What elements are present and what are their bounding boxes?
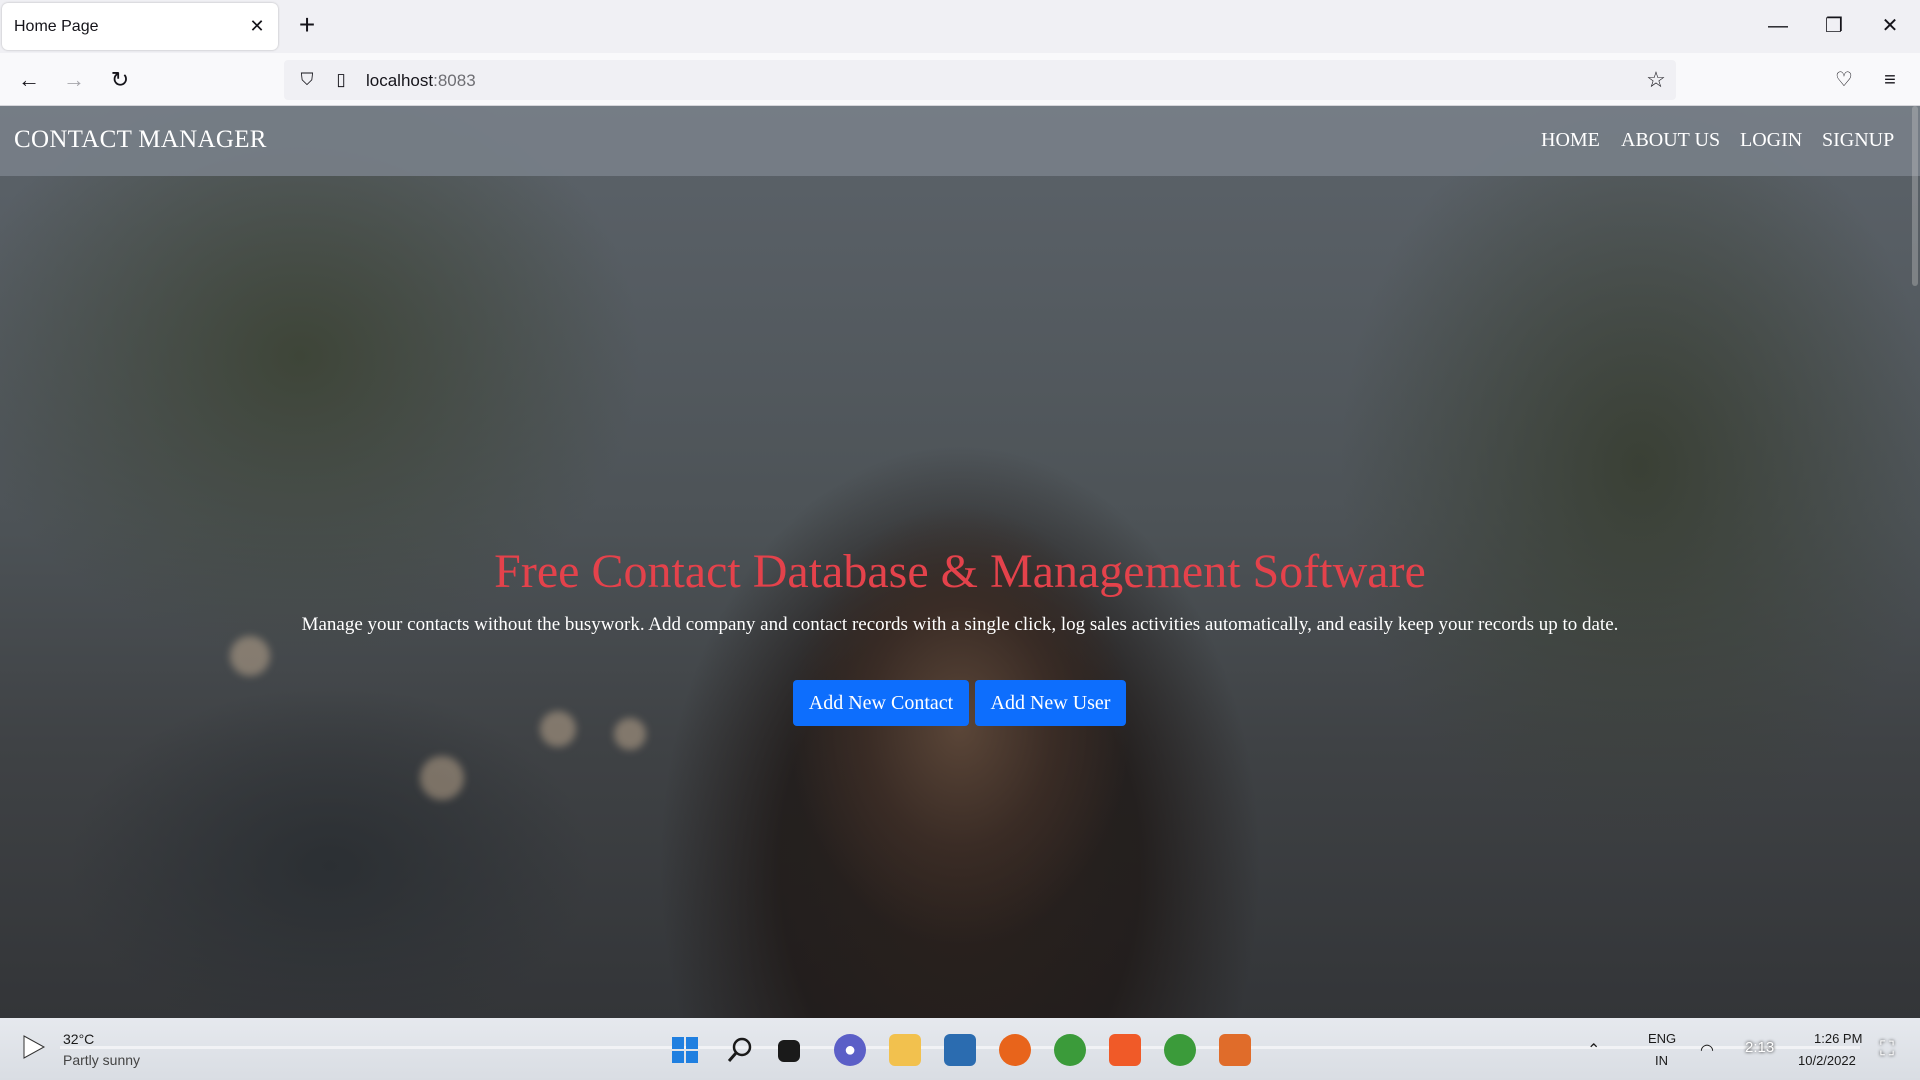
store-icon[interactable]: [944, 1034, 976, 1066]
site-brand[interactable]: CONTACT MANAGER: [14, 126, 267, 154]
file-explorer-icon[interactable]: [889, 1034, 921, 1066]
url-bar[interactable]: ⛉ ▯ localhost:8083 ☆: [284, 60, 1676, 100]
nav-link-home[interactable]: HOME: [1541, 129, 1600, 152]
nav-link-about-us[interactable]: ABOUT US: [1621, 129, 1720, 152]
windows-start-icon[interactable]: [669, 1034, 701, 1066]
bokeh-light: [230, 636, 270, 676]
page-viewport: CONTACT MANAGER HOME ABOUT US LOGIN SIGN…: [0, 106, 1920, 1018]
forward-arrow-icon[interactable]: →: [57, 63, 91, 97]
url-host: localhost: [366, 71, 434, 90]
search-icon[interactable]: [724, 1034, 756, 1066]
add-new-contact-button[interactable]: Add New Contact: [793, 680, 969, 726]
nav-link-login[interactable]: LOGIN: [1740, 129, 1802, 152]
wifi-icon[interactable]: ◠: [1700, 1040, 1714, 1060]
bokeh-light: [540, 711, 576, 747]
app-icon-orange[interactable]: [1219, 1034, 1251, 1066]
app-icon-green[interactable]: [1054, 1034, 1086, 1066]
clock-date[interactable]: 10/2/2022: [1798, 1053, 1856, 1068]
back-arrow-icon[interactable]: ←: [12, 63, 46, 97]
weather-temperature[interactable]: 32°C: [63, 1031, 94, 1047]
browser-tab-home[interactable]: Home Page ✕: [2, 3, 278, 50]
clock-time[interactable]: 1:26 PM: [1814, 1031, 1862, 1046]
fullscreen-icon[interactable]: ⛶: [1880, 1038, 1894, 1061]
play-icon[interactable]: [20, 1034, 46, 1060]
restore-window-button[interactable]: ❐: [1812, 8, 1856, 44]
weather-description[interactable]: Partly sunny: [63, 1052, 140, 1068]
tab-title: Home Page: [14, 18, 99, 35]
app-icon-green-2[interactable]: [1164, 1034, 1196, 1066]
browser-toolbar: ← → ↻ ⛉ ▯ localhost:8083 ☆ ♡ ≡: [0, 53, 1920, 106]
chevron-up-icon[interactable]: ⌃: [1587, 1040, 1600, 1060]
pocket-icon[interactable]: ♡: [1827, 63, 1861, 97]
language-bottom[interactable]: IN: [1655, 1053, 1668, 1068]
hero-title: Free Contact Database & Management Softw…: [494, 545, 1426, 598]
url-port: :8083: [433, 71, 476, 90]
bokeh-light: [420, 756, 464, 800]
firefox-icon[interactable]: [999, 1034, 1031, 1066]
video-elapsed-time: 2:13: [1745, 1039, 1775, 1056]
shield-icon[interactable]: ⛉: [296, 69, 318, 91]
close-tab-icon[interactable]: ✕: [246, 15, 268, 37]
nav-link-signup[interactable]: SIGNUP: [1822, 129, 1894, 152]
site-navbar: CONTACT MANAGER HOME ABOUT US LOGIN SIGN…: [0, 106, 1920, 176]
url-text[interactable]: localhost:8083: [366, 71, 476, 91]
new-tab-button[interactable]: +: [292, 10, 322, 40]
star-icon[interactable]: ☆: [1644, 68, 1668, 92]
close-window-button[interactable]: ✕: [1868, 8, 1912, 44]
language-top[interactable]: ENG: [1648, 1031, 1676, 1046]
page-icon[interactable]: ▯: [330, 69, 352, 91]
task-view-icon[interactable]: [778, 1040, 800, 1062]
page-scrollbar[interactable]: [1912, 106, 1918, 286]
hamburger-menu-icon[interactable]: ≡: [1873, 63, 1907, 97]
browser-tab-strip: Home Page ✕ + — ❐ ✕: [0, 0, 1920, 53]
bokeh-light: [614, 718, 646, 750]
hero-subtitle: Manage your contacts without the busywor…: [301, 614, 1619, 635]
reload-icon[interactable]: ↻: [103, 63, 137, 97]
add-new-user-button[interactable]: Add New User: [975, 680, 1126, 726]
brave-icon[interactable]: [1109, 1034, 1141, 1066]
minimize-window-button[interactable]: —: [1756, 8, 1800, 44]
chat-icon[interactable]: ●: [834, 1034, 866, 1066]
